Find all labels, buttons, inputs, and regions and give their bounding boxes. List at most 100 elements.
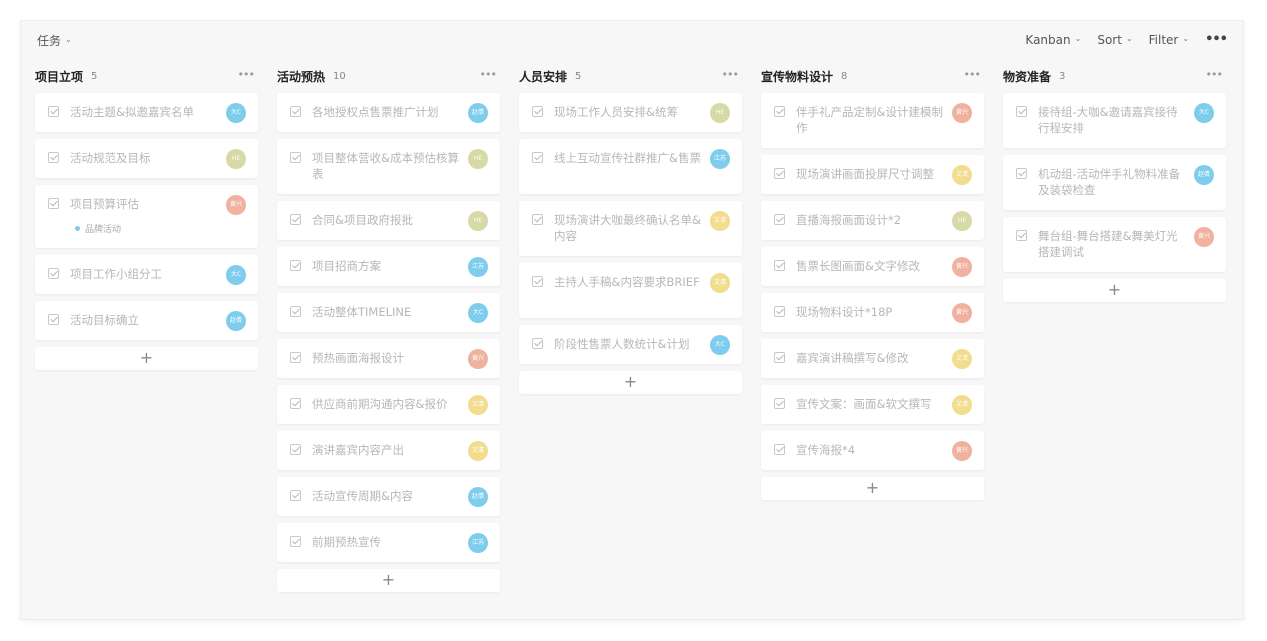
checkbox-icon[interactable] (774, 168, 785, 179)
task-card[interactable]: 阶段性售票人数统计&计划 大C (519, 325, 742, 364)
checkbox-icon[interactable] (774, 214, 785, 225)
task-card[interactable]: 嘉宾演讲稿撰写&修改 文清 (761, 339, 984, 378)
assignee-avatar[interactable]: 黄兴 (226, 195, 246, 215)
sort-button[interactable]: Sort ⌄ (1097, 33, 1132, 47)
task-card[interactable]: 现场演讲大咖最终确认名单&内容 文清 (519, 201, 742, 256)
task-card[interactable]: 主持人手稿&内容要求BRIEF 文清 (519, 263, 742, 318)
task-card[interactable]: 前期预热宣传 江苏 (277, 523, 500, 562)
task-card[interactable]: 现场工作人员安排&统筹 HE (519, 93, 742, 132)
checkbox-icon[interactable] (290, 444, 301, 455)
column-more-icon[interactable]: ••• (480, 68, 497, 81)
add-card-button[interactable]: + (519, 371, 742, 394)
assignee-avatar[interactable]: 大C (468, 303, 488, 323)
checkbox-icon[interactable] (1016, 168, 1027, 179)
assignee-avatar[interactable]: 文清 (468, 441, 488, 461)
assignee-avatar[interactable]: 文清 (710, 211, 730, 231)
checkbox-icon[interactable] (1016, 106, 1027, 117)
column-more-icon[interactable]: ••• (238, 68, 255, 81)
checkbox-icon[interactable] (290, 260, 301, 271)
filter-button[interactable]: Filter ⌄ (1149, 33, 1189, 47)
assignee-avatar[interactable]: 文清 (952, 395, 972, 415)
checkbox-icon[interactable] (774, 352, 785, 363)
assignee-avatar[interactable]: 黄兴 (952, 103, 972, 123)
assignee-avatar[interactable]: 江苏 (468, 533, 488, 553)
task-card[interactable]: 售票长图画面&文字修改 黄兴 (761, 247, 984, 286)
checkbox-icon[interactable] (532, 152, 543, 163)
add-card-button[interactable]: + (761, 477, 984, 500)
assignee-avatar[interactable]: 江苏 (710, 149, 730, 169)
checkbox-icon[interactable] (290, 490, 301, 501)
checkbox-icon[interactable] (290, 106, 301, 117)
task-card[interactable]: 各地授权点售票推广计划 赵倩 (277, 93, 500, 132)
checkbox-icon[interactable] (48, 314, 59, 325)
assignee-avatar[interactable]: 黄兴 (952, 441, 972, 461)
column-more-icon[interactable]: ••• (964, 68, 981, 81)
assignee-avatar[interactable]: HE (952, 211, 972, 231)
task-card[interactable]: 线上互动宣传社群推广&售票 江苏 (519, 139, 742, 194)
checkbox-icon[interactable] (290, 214, 301, 225)
checkbox-icon[interactable] (48, 198, 59, 209)
assignee-avatar[interactable]: 文清 (468, 395, 488, 415)
add-card-button[interactable]: + (1003, 279, 1226, 302)
task-card[interactable]: 活动目标确立 赵倩 (35, 301, 258, 340)
task-card[interactable]: 合同&项目政府报批 HE (277, 201, 500, 240)
column-more-icon[interactable]: ••• (722, 68, 739, 81)
add-card-button[interactable]: + (277, 569, 500, 592)
assignee-avatar[interactable]: 黄兴 (952, 257, 972, 277)
task-card[interactable]: 直播海报画面设计*2 HE (761, 201, 984, 240)
more-options-icon[interactable]: ••• (1205, 32, 1228, 47)
task-card[interactable]: 项目预算评估 黄兴 品牌活动 (35, 185, 258, 248)
assignee-avatar[interactable]: 大C (710, 335, 730, 355)
task-card[interactable]: 现场物料设计*18P 黄兴 (761, 293, 984, 332)
task-card[interactable]: 宣传文案：画面&软文撰写 文清 (761, 385, 984, 424)
task-card[interactable]: 活动宣传周期&内容 赵倩 (277, 477, 500, 516)
assignee-avatar[interactable]: HE (226, 149, 246, 169)
assignee-avatar[interactable]: 大C (226, 265, 246, 285)
kanban-view-button[interactable]: Kanban ⌄ (1025, 33, 1081, 47)
checkbox-icon[interactable] (290, 306, 301, 317)
task-card[interactable]: 宣传海报*4 黄兴 (761, 431, 984, 470)
column-more-icon[interactable]: ••• (1206, 68, 1223, 81)
assignee-avatar[interactable]: 江苏 (468, 257, 488, 277)
assignee-avatar[interactable]: HE (468, 149, 488, 169)
assignee-avatar[interactable]: 黄兴 (952, 303, 972, 323)
assignee-avatar[interactable]: 文清 (952, 349, 972, 369)
task-card[interactable]: 机动组-活动伴手礼物料准备及装袋检查 赵倩 (1003, 155, 1226, 210)
task-card[interactable]: 活动主题&拟邀嘉宾名单 大C (35, 93, 258, 132)
assignee-avatar[interactable]: 赵倩 (468, 487, 488, 507)
assignee-avatar[interactable]: 文清 (710, 273, 730, 293)
checkbox-icon[interactable] (774, 306, 785, 317)
task-card[interactable]: 舞台组-舞台搭建&舞美灯光搭建调试 黄兴 (1003, 217, 1226, 272)
task-card[interactable]: 供应商前期沟通内容&报价 文清 (277, 385, 500, 424)
checkbox-icon[interactable] (532, 338, 543, 349)
assignee-avatar[interactable]: 赵倩 (468, 103, 488, 123)
assignee-avatar[interactable]: 赵倩 (226, 311, 246, 331)
add-card-button[interactable]: + (35, 347, 258, 370)
checkbox-icon[interactable] (774, 260, 785, 271)
task-card[interactable]: 接待组-大咖&邀请嘉宾接待行程安排 大C (1003, 93, 1226, 148)
checkbox-icon[interactable] (532, 106, 543, 117)
task-card[interactable]: 活动规范及目标 HE (35, 139, 258, 178)
view-selector[interactable]: 任务 ⌄ (37, 32, 72, 49)
task-card[interactable]: 现场演讲画面投屏尺寸调整 文清 (761, 155, 984, 194)
checkbox-icon[interactable] (774, 444, 785, 455)
assignee-avatar[interactable]: HE (710, 103, 730, 123)
checkbox-icon[interactable] (774, 398, 785, 409)
assignee-avatar[interactable]: 黄兴 (1194, 227, 1214, 247)
checkbox-icon[interactable] (290, 398, 301, 409)
assignee-avatar[interactable]: 大C (226, 103, 246, 123)
assignee-avatar[interactable]: 赵倩 (1194, 165, 1214, 185)
task-card[interactable]: 活动整体TIMELINE 大C (277, 293, 500, 332)
task-card[interactable]: 预热画面海报设计 黄兴 (277, 339, 500, 378)
task-card[interactable]: 项目招商方案 江苏 (277, 247, 500, 286)
checkbox-icon[interactable] (48, 106, 59, 117)
checkbox-icon[interactable] (1016, 230, 1027, 241)
task-card[interactable]: 项目工作小组分工 大C (35, 255, 258, 294)
checkbox-icon[interactable] (774, 106, 785, 117)
assignee-avatar[interactable]: 大C (1194, 103, 1214, 123)
checkbox-icon[interactable] (290, 536, 301, 547)
task-card[interactable]: 演讲嘉宾内容产出 文清 (277, 431, 500, 470)
task-card[interactable]: 伴手礼产品定制&设计建模制作 黄兴 (761, 93, 984, 148)
checkbox-icon[interactable] (532, 276, 543, 287)
checkbox-icon[interactable] (290, 152, 301, 163)
